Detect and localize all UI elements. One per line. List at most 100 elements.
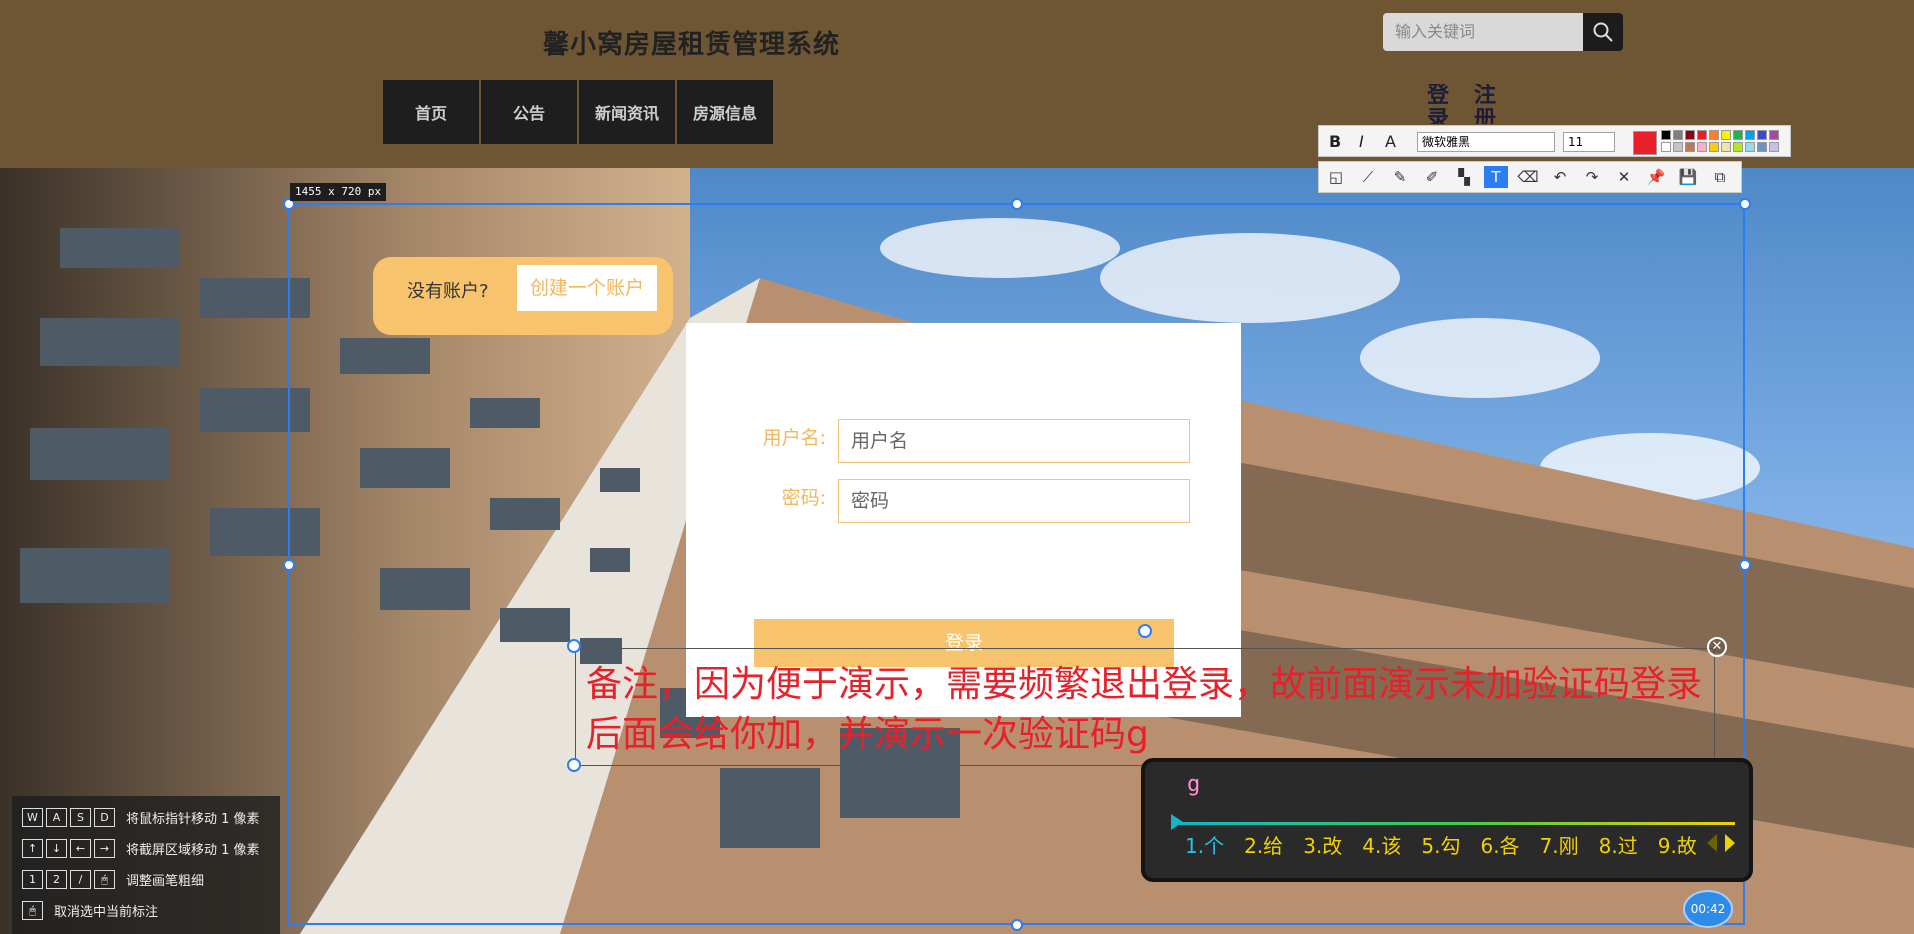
username-field[interactable]: 用户名 [838, 419, 1190, 463]
annotation-line-1: 备注，因为便于演示，需要频繁退出登录，故前面演示未加验证码登录 [586, 664, 1703, 705]
key-cap: / [70, 869, 91, 889]
redo-tool[interactable]: ↷ [1580, 166, 1604, 188]
ime-divider [1177, 822, 1735, 825]
no-account-label: 没有账户? [407, 281, 489, 302]
save-tool[interactable]: 💾 [1676, 166, 1700, 188]
close-icon[interactable]: ✕ [1707, 637, 1727, 657]
annotation-handle[interactable] [567, 639, 581, 653]
key-cap: W [22, 807, 43, 827]
text-format-toolbar: B I A 微软雅黑 11 [1318, 125, 1791, 157]
resize-handle[interactable] [1739, 198, 1751, 210]
text-tool[interactable]: T [1484, 166, 1508, 188]
color-swatch[interactable] [1745, 130, 1755, 140]
font-size-select[interactable]: 11 [1563, 132, 1615, 152]
pen-tool[interactable]: ✎ [1388, 166, 1412, 188]
color-swatch[interactable] [1709, 142, 1719, 152]
header-register-link[interactable]: 注册 [1474, 84, 1498, 124]
copy-tool[interactable]: ⧉ [1708, 166, 1732, 188]
resize-handle[interactable] [283, 559, 295, 571]
close-tool[interactable]: ✕ [1612, 166, 1636, 188]
color-swatch[interactable] [1757, 142, 1767, 152]
color-swatch[interactable] [1709, 130, 1719, 140]
create-account-panel: 没有账户? 创建一个账户 [373, 257, 673, 335]
color-swatch[interactable] [1697, 142, 1707, 152]
line-tool[interactable]: ⟋ [1356, 166, 1380, 188]
color-swatch[interactable] [1721, 130, 1731, 140]
recording-timer: 00:42 [1683, 890, 1733, 928]
nav-listings[interactable]: 房源信息 [677, 80, 773, 144]
ime-candidate-window: g 1.个 2.给 3.改 4.该 5.勾 6.各 7.刚 8.过 9.故 [1141, 758, 1753, 882]
shortcut-description: 将截屏区域移动 1 像素 [126, 842, 260, 858]
key-cap: → [94, 838, 115, 858]
pin-tool[interactable]: 📌 [1644, 166, 1668, 188]
ime-prev-page-icon[interactable] [1707, 834, 1717, 852]
color-swatch[interactable] [1685, 130, 1695, 140]
annotation-line-2: 后面会给你加，并演示一次验证码g [586, 714, 1149, 755]
mosaic-tool[interactable]: ▚ [1452, 166, 1476, 188]
nav-news[interactable]: 新闻资讯 [579, 80, 675, 144]
nav-notice[interactable]: 公告 [481, 80, 577, 144]
annotation-text[interactable]: 备注，因为便于演示，需要频繁退出登录，故前面演示未加验证码登录 后面会给你加，并… [586, 660, 1726, 760]
color-swatch[interactable] [1769, 130, 1779, 140]
key-cap: A [46, 807, 67, 827]
color-swatch[interactable] [1697, 130, 1707, 140]
color-swatch[interactable] [1733, 142, 1743, 152]
ime-candidate[interactable]: 6.各 [1480, 830, 1519, 859]
resize-handle[interactable] [1011, 919, 1023, 931]
outline-text-button[interactable]: A [1385, 132, 1396, 151]
username-label: 用户名: [762, 427, 826, 449]
search-button[interactable] [1583, 13, 1623, 51]
bold-button[interactable]: B [1329, 132, 1341, 151]
italic-button[interactable]: I [1359, 132, 1364, 151]
color-swatch[interactable] [1685, 142, 1695, 152]
current-color-swatch[interactable] [1633, 131, 1657, 155]
color-swatch[interactable] [1661, 142, 1671, 152]
key-cap: 🖱 [22, 900, 43, 920]
key-cap: 🖱 [94, 869, 115, 889]
key-cap: 1 [22, 869, 43, 889]
ime-candidate[interactable]: 3.改 [1303, 830, 1342, 859]
shortcut-row: 1 2/🖱 调整画笔粗细 [22, 868, 204, 890]
color-swatch[interactable] [1733, 130, 1743, 140]
color-swatch[interactable] [1721, 142, 1731, 152]
color-swatch[interactable] [1673, 142, 1683, 152]
ime-candidate[interactable]: 2.给 [1244, 830, 1283, 859]
search-icon [1593, 22, 1613, 42]
shortcut-row: W A S D 将鼠标指针移动 1 像素 [22, 806, 260, 828]
password-field[interactable]: 密码 [838, 479, 1190, 523]
header-login-link[interactable]: 登录 [1427, 84, 1451, 124]
shortcut-row: ↑ ↓ ← → 将截屏区域移动 1 像素 [22, 837, 260, 859]
ime-candidate[interactable]: 7.刚 [1540, 830, 1579, 859]
font-family-select[interactable]: 微软雅黑 [1417, 132, 1555, 152]
annotation-handle[interactable] [567, 758, 581, 772]
search-input[interactable]: 输入关键词 [1383, 13, 1583, 51]
ime-candidate[interactable]: 8.过 [1599, 830, 1638, 859]
create-account-button[interactable]: 创建一个账户 [517, 265, 657, 311]
nav-home[interactable]: 首页 [383, 80, 479, 144]
shape-tool[interactable]: ◱ [1324, 166, 1348, 188]
key-cap: D [94, 807, 115, 827]
shortcut-description: 取消选中当前标注 [54, 904, 159, 920]
shortcut-help-panel: W A S D 将鼠标指针移动 1 像素 ↑ ↓ ← → 将截屏区域移动 1 像素 1 2/🖱 调整画笔… [12, 796, 280, 934]
key-cap: ← [70, 838, 91, 858]
annotation-handle[interactable] [1138, 624, 1152, 638]
ime-candidate[interactable]: 4.该 [1362, 830, 1401, 859]
key-cap: ↓ [46, 838, 67, 858]
color-swatch[interactable] [1757, 130, 1767, 140]
eraser-tool[interactable]: ⌫ [1516, 166, 1540, 188]
key-cap: ↑ [22, 838, 43, 858]
color-swatch[interactable] [1661, 130, 1671, 140]
color-swatch[interactable] [1673, 130, 1683, 140]
color-swatch[interactable] [1745, 142, 1755, 152]
resize-handle[interactable] [1739, 559, 1751, 571]
color-swatch[interactable] [1769, 142, 1779, 152]
ime-next-page-icon[interactable] [1725, 834, 1735, 852]
undo-tool[interactable]: ↶ [1548, 166, 1572, 188]
ime-candidate[interactable]: 9.故 [1658, 830, 1697, 859]
ime-candidate-list: 1.个 2.给 3.改 4.该 5.勾 6.各 7.刚 8.过 9.故 [1185, 830, 1717, 859]
resize-handle[interactable] [1011, 198, 1023, 210]
ime-candidate[interactable]: 1.个 [1185, 830, 1224, 859]
main-nav: 首页 公告 新闻资讯 房源信息 [383, 80, 775, 144]
ime-candidate[interactable]: 5.勾 [1421, 830, 1460, 859]
highlighter-tool[interactable]: ✐ [1420, 166, 1444, 188]
